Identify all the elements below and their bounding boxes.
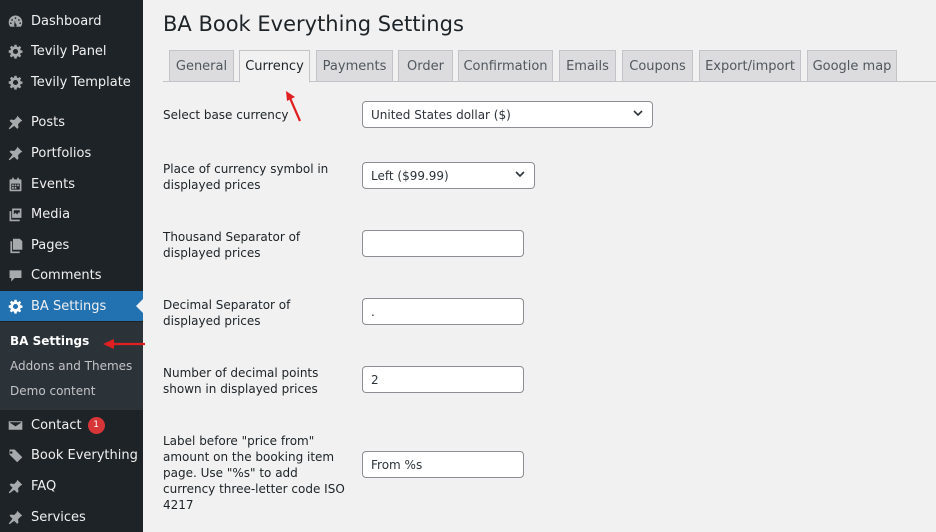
sidebar-item-tevily-template[interactable]: Tevily Template	[0, 67, 143, 97]
sidebar-item-label: FAQ	[31, 478, 57, 494]
thousand-separator-input[interactable]	[362, 230, 524, 257]
tab-export-import[interactable]: Export/import	[699, 50, 801, 82]
sidebar-item-label: Tevily Panel	[31, 43, 107, 59]
tab-emails[interactable]: Emails	[559, 50, 616, 82]
sidebar-item-label: Contact	[31, 417, 82, 433]
dashboard-icon	[5, 11, 25, 31]
annotation-arrow-icon	[286, 91, 302, 122]
comment-icon	[5, 265, 25, 285]
decimal-separator-input[interactable]: .	[362, 298, 524, 325]
tab-google-map[interactable]: Google map	[807, 50, 897, 82]
submenu-item-ba-settings[interactable]: BA Settings	[10, 334, 89, 348]
sidebar-item-book-everything[interactable]: Book Everything	[0, 440, 143, 470]
sidebar-item-posts[interactable]: Posts	[0, 107, 143, 137]
decimal-points-input[interactable]: 2	[362, 366, 524, 393]
submenu-item-addons-themes[interactable]: Addons and Themes	[10, 359, 132, 373]
sidebar-item-dashboard[interactable]: Dashboard	[0, 6, 143, 36]
sidebar-item-pages[interactable]: Pages	[0, 230, 143, 260]
symbol-place-select[interactable]: Left ($99.99)	[362, 162, 535, 189]
tab-order[interactable]: Order	[398, 50, 453, 82]
sidebar-item-label: Pages	[31, 237, 70, 253]
admin-sidebar: Dashboard Tevily Panel Tevily Template P…	[0, 0, 143, 532]
pin-icon	[5, 112, 25, 132]
tab-coupons[interactable]: Coupons	[622, 50, 693, 82]
sidebar-item-media[interactable]: Media	[0, 199, 143, 229]
tag-icon	[5, 445, 25, 465]
pin-icon	[5, 143, 25, 163]
tab-general[interactable]: General	[169, 50, 234, 82]
sidebar-item-services[interactable]: Services	[0, 502, 143, 532]
notification-badge: 1	[87, 416, 105, 434]
base-currency-value: United States dollar ($)	[371, 107, 511, 122]
decimal-points-label: Number of decimal points shown in displa…	[163, 366, 319, 396]
chevron-down-icon	[514, 168, 526, 183]
symbol-place-label: Place of currency symbol in displayed pr…	[163, 162, 329, 192]
sidebar-item-comments[interactable]: Comments	[0, 260, 143, 290]
sidebar-item-label: Services	[31, 509, 86, 525]
sidebar-item-tevily-panel[interactable]: Tevily Panel	[0, 36, 143, 66]
decimal-separator-label: Decimal Separator of displayed prices	[163, 298, 291, 328]
sidebar-item-label: Portfolios	[31, 145, 92, 161]
sidebar-item-label: Book Everything	[31, 447, 138, 463]
gear-icon	[5, 72, 25, 92]
submenu-item-demo-content[interactable]: Demo content	[10, 384, 95, 398]
symbol-place-value: Left ($99.99)	[371, 168, 449, 183]
pin-icon	[5, 507, 25, 527]
sidebar-item-label: Comments	[31, 267, 102, 283]
thousand-separator-label: Thousand Separator of displayed prices	[163, 230, 301, 260]
tab-currency[interactable]: Currency	[239, 50, 310, 83]
base-currency-label: Select base currency	[163, 108, 289, 122]
sidebar-item-label: Events	[31, 176, 76, 192]
sidebar-item-label: Media	[31, 206, 71, 222]
sidebar-item-ba-settings[interactable]: BA Settings	[0, 291, 143, 321]
tab-payments[interactable]: Payments	[316, 50, 393, 82]
pin-icon	[5, 476, 25, 496]
gear-icon	[5, 41, 25, 61]
sidebar-item-contact[interactable]: Contact 1	[0, 410, 143, 440]
ba-settings-submenu: BA Settings Addons and Themes Demo conte…	[0, 322, 143, 410]
chevron-down-icon	[632, 107, 644, 122]
page-title: BA Book Everything Settings	[163, 12, 464, 36]
sidebar-item-portfolios[interactable]: Portfolios	[0, 138, 143, 168]
price-from-label: Label before "price from" amount on the …	[163, 434, 345, 512]
mail-icon	[5, 415, 25, 435]
tab-confirmation[interactable]: Confirmation	[458, 50, 553, 82]
calendar-icon	[5, 174, 25, 194]
sidebar-item-label: Dashboard	[31, 13, 102, 29]
sidebar-item-label: Tevily Template	[31, 74, 131, 90]
base-currency-select[interactable]: United States dollar ($)	[362, 101, 653, 128]
sidebar-item-label: BA Settings	[31, 298, 107, 314]
sidebar-item-label: Posts	[31, 114, 65, 130]
pages-icon	[5, 235, 25, 255]
media-icon	[5, 204, 25, 224]
sidebar-item-events[interactable]: Events	[0, 169, 143, 199]
sidebar-item-faq[interactable]: FAQ	[0, 471, 143, 501]
price-from-input[interactable]: From %s	[362, 451, 524, 478]
annotation-arrow-icon	[103, 339, 145, 349]
gear-icon	[5, 296, 25, 316]
